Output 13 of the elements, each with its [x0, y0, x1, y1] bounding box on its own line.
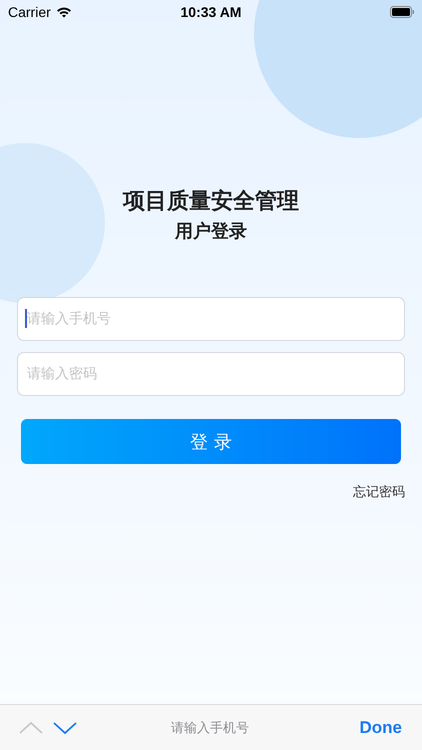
login-heading: 用户登录 — [174, 220, 248, 244]
wifi-icon — [56, 6, 72, 18]
forgot-password-link[interactable]: 忘记密码 — [353, 483, 405, 501]
login-button[interactable]: 登 录 — [21, 419, 401, 464]
input-field[interactable]: 请输入密码 — [17, 352, 405, 396]
field-hint: 请输入手机号 — [171, 720, 249, 736]
carrier-label: Carrier — [8, 4, 51, 20]
input-field[interactable]: 请输入手机号 — [17, 297, 405, 341]
status-time: 10:33 AM — [180, 4, 242, 20]
done-button[interactable]: Done — [262, 718, 402, 738]
app-title: 项目质量安全管理 — [122, 188, 300, 216]
next-button[interactable] — [52, 720, 78, 734]
battery-icon — [390, 6, 414, 18]
